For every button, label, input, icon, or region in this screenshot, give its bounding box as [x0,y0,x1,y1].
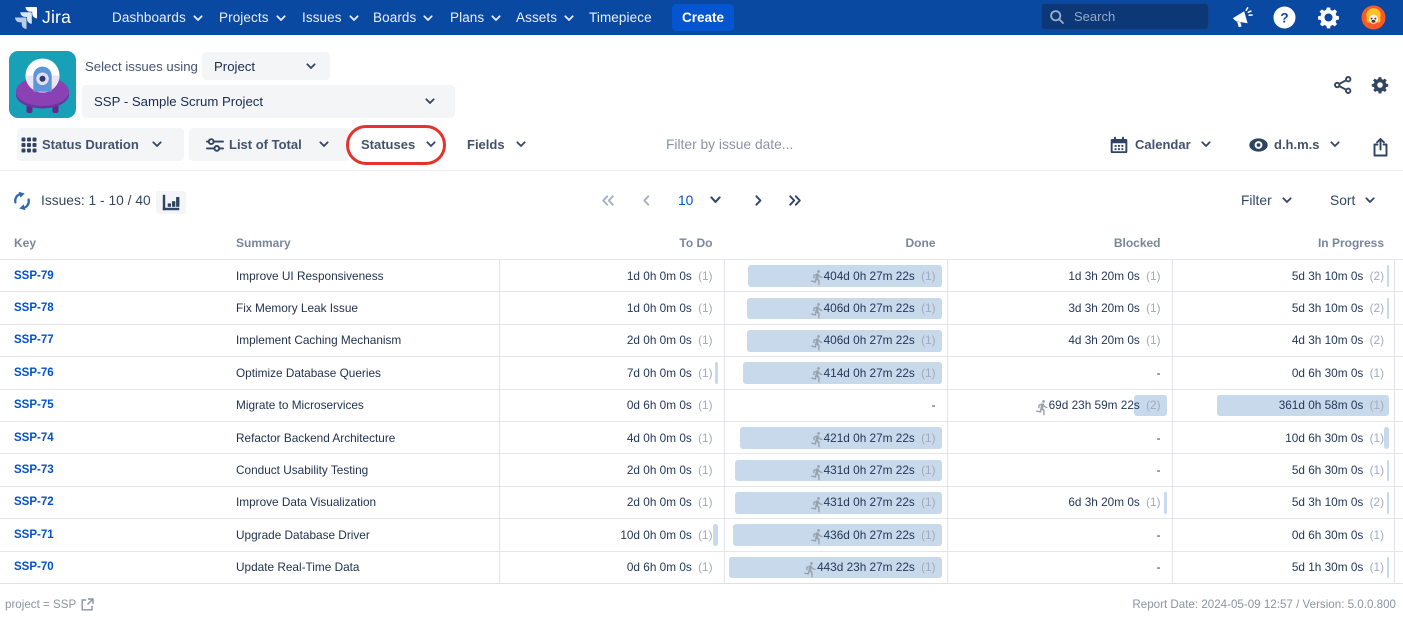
svg-text:?: ? [1280,10,1288,25]
